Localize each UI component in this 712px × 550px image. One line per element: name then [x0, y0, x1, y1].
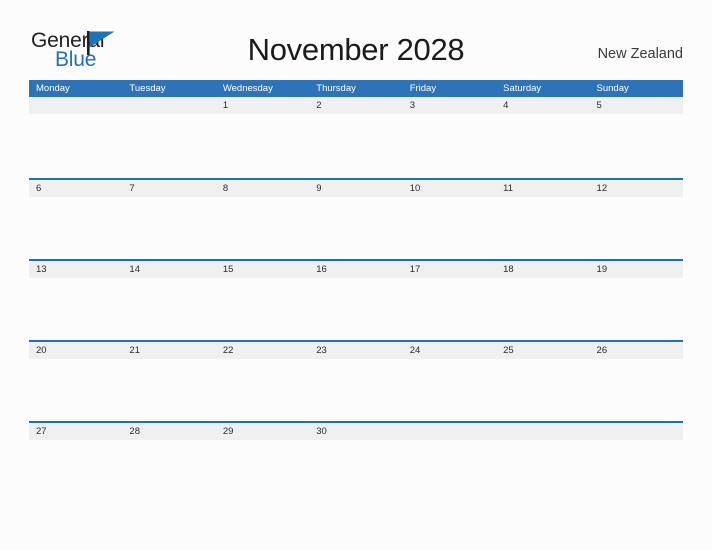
region-label: New Zealand	[597, 46, 683, 62]
day-cell[interactable]: 4	[496, 97, 589, 114]
day-cell[interactable]: 7	[122, 180, 215, 197]
day-cell[interactable]: 13	[29, 261, 122, 278]
day-cell[interactable]: 22	[216, 342, 309, 359]
day-cell[interactable]: 6	[29, 180, 122, 197]
day-cell[interactable]: 11	[496, 180, 589, 197]
day-cell[interactable]: 24	[403, 342, 496, 359]
week-row: 1 2 3 4 5	[29, 97, 683, 178]
week-row: 13 14 15 16 17 18 19	[29, 259, 683, 340]
day-cell[interactable]: 8	[216, 180, 309, 197]
day-cell[interactable]	[403, 423, 496, 440]
day-cell[interactable]: 14	[122, 261, 215, 278]
day-cell[interactable]	[29, 97, 122, 114]
day-cell[interactable]: 5	[590, 97, 683, 114]
weekday-header-saturday: Saturday	[503, 83, 542, 94]
week-band: 13 14 15 16 17 18 19	[29, 260, 683, 278]
day-cell[interactable]: 25	[496, 342, 589, 359]
day-cell[interactable]: 21	[122, 342, 215, 359]
week-band: 20 21 22 23 24 25 26	[29, 341, 683, 359]
day-cell[interactable]: 17	[403, 261, 496, 278]
week-band: 6 7 8 9 10 11 12	[29, 179, 683, 197]
week-band: 27 28 29 30	[29, 422, 683, 440]
weekday-header-thursday: Thursday	[316, 83, 356, 94]
day-cell[interactable]: 12	[590, 180, 683, 197]
day-cell[interactable]	[122, 97, 215, 114]
week-row: 6 7 8 9 10 11 12	[29, 178, 683, 259]
day-cell[interactable]: 2	[309, 97, 402, 114]
day-cell[interactable]: 10	[403, 180, 496, 197]
day-cell[interactable]: 23	[309, 342, 402, 359]
calendar-page: General Blue November 2028 New Zealand M…	[0, 0, 712, 550]
weekday-header-monday: Monday	[36, 83, 70, 94]
day-cell[interactable]: 16	[309, 261, 402, 278]
day-cell[interactable]: 20	[29, 342, 122, 359]
day-cell[interactable]: 28	[122, 423, 215, 440]
week-row: 27 28 29 30	[29, 421, 683, 502]
weekday-header-friday: Friday	[409, 83, 437, 94]
weekday-header-sunday: Sunday	[596, 83, 629, 94]
week-band: 1 2 3 4 5	[29, 97, 683, 114]
week-row: 20 21 22 23 24 25 26	[29, 340, 683, 421]
day-cell[interactable]: 18	[496, 261, 589, 278]
day-cell[interactable]: 29	[216, 423, 309, 440]
page-header: General Blue November 2028 New Zealand	[0, 0, 712, 80]
day-cell[interactable]: 15	[216, 261, 309, 278]
weekday-header-wednesday: Wednesday	[222, 83, 273, 94]
day-cell[interactable]: 26	[590, 342, 683, 359]
day-cell[interactable]	[496, 423, 589, 440]
calendar-grid: Monday Tuesday Wednesday Thursday Friday…	[29, 80, 683, 502]
day-cell[interactable]	[590, 423, 683, 440]
day-cell[interactable]: 9	[309, 180, 402, 197]
day-cell[interactable]: 3	[403, 97, 496, 114]
day-cell[interactable]: 30	[309, 423, 402, 440]
day-cell[interactable]: 27	[29, 423, 122, 440]
weekday-header-tuesday: Tuesday	[129, 83, 166, 94]
weekday-header-row: Monday Tuesday Wednesday Thursday Friday…	[29, 80, 683, 97]
day-cell[interactable]: 1	[216, 97, 309, 114]
day-cell[interactable]: 19	[590, 261, 683, 278]
